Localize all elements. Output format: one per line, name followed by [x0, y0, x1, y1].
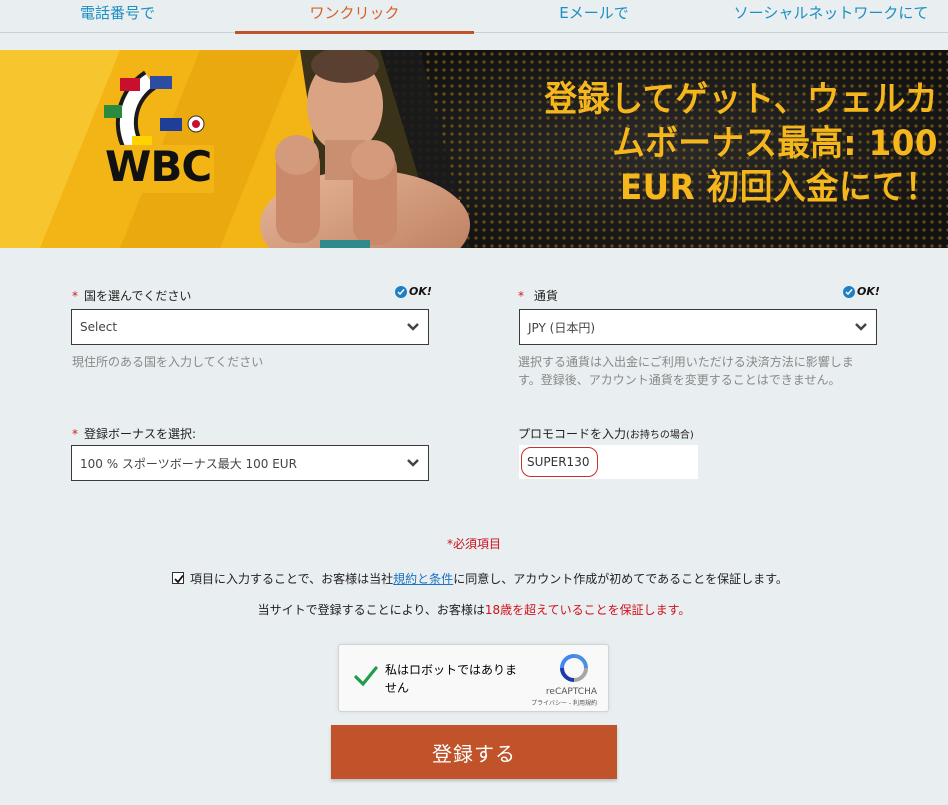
age-text-before: 当サイトで登録することにより、お客様は [257, 603, 485, 617]
terms-link[interactable]: 規約と条件 [393, 570, 453, 587]
tab-phone[interactable]: 電話番号で [0, 0, 235, 33]
currency-ok-indicator: OK! [843, 285, 880, 298]
currency-hint: 選択する通貨は入出金にご利用いただける決済方法に影響しま す。登録後、アカウント… [518, 355, 854, 387]
country-hint: 現住所のある国を入力してください [72, 355, 264, 369]
chevron-down-icon [855, 323, 867, 331]
country-ok-indicator: OK! [395, 285, 432, 298]
wbc-logo-text: WBC [105, 142, 212, 191]
country-select-value: Select [80, 320, 118, 334]
country-select[interactable]: Select [71, 309, 429, 345]
bonus-select[interactable]: 100 % スポーツボーナス最大 100 EUR [71, 445, 429, 481]
recaptcha-brand: reCAPTCHA [545, 687, 597, 697]
country-label: * 国を選んでください [72, 287, 191, 304]
registration-tabs: 電話番号で ワンクリック Eメールで ソーシャルネットワークにて [0, 0, 948, 34]
terms-text-after: に同意し、アカウント作成が初めてであることを保証します。 [453, 571, 788, 586]
check-circle-icon [395, 285, 407, 298]
required-marker: * [72, 427, 78, 441]
chevron-down-icon [407, 459, 419, 467]
terms-row: 項目に入力することで、お客様は当社 規約と条件 に同意し、アカウント作成が初めてであ… [172, 570, 788, 586]
recaptcha-links[interactable]: プライバシー - 利用規約 [531, 698, 597, 707]
country-label-text: 国を選んでください [84, 289, 192, 303]
currency-label: * 通貨 [518, 287, 558, 304]
required-marker: * [72, 289, 78, 303]
chevron-down-icon [407, 323, 419, 331]
terms-text-before: 項目に入力することで、お客様は当社 [190, 571, 394, 586]
promo-banner: WBC 登録してゲット、ウェルカムボーナス最高: 100 EUR 初回入金にて！ [0, 50, 948, 248]
recaptcha-label: 私はロボットではありません [385, 663, 518, 695]
currency-select[interactable]: JPY (日本円) [519, 309, 877, 345]
age-confirmation: 当サイトで登録することにより、お客様は18歳を超えていることを保証します。 [0, 601, 948, 618]
bonus-select-value: 100 % スポーツボーナス最大 100 EUR [80, 456, 297, 471]
tab-email[interactable]: Eメールで [474, 0, 714, 33]
register-button[interactable]: 登録する [331, 725, 617, 779]
banner-headline: 登録してゲット、ウェルカムボーナス最高: 100 EUR 初回入金にて！ [544, 80, 938, 208]
promo-code-input[interactable] [521, 447, 598, 477]
checkmark-icon [174, 574, 184, 584]
required-fields-note: *必須項目 [446, 537, 501, 551]
check-circle-icon [843, 285, 855, 298]
promo-label-note: (お持ちの場合) [626, 430, 694, 441]
required-marker: * [518, 289, 524, 303]
tab-one-click[interactable]: ワンクリック [235, 0, 474, 34]
bonus-label-text: 登録ボーナスを選択: [84, 427, 197, 441]
recaptcha-widget: 私はロボットではありません reCAPTCHA プライバシー - 利用規約 [338, 644, 609, 712]
currency-label-text: 通貨 [533, 289, 558, 303]
terms-checkbox[interactable] [172, 572, 184, 584]
recaptcha-logo-icon [560, 654, 588, 682]
recaptcha-checkmark-icon[interactable] [353, 663, 379, 689]
promo-label: プロモコードを入力(お持ちの場合) [518, 425, 694, 442]
bonus-label: * 登録ボーナスを選択: [72, 425, 196, 442]
currency-select-value: JPY (日本円) [528, 320, 596, 335]
age-text-highlight: 18歳を超えていることを保証します。 [484, 603, 691, 617]
promo-label-text: プロモコードを入力 [518, 427, 627, 441]
tab-social-network[interactable]: ソーシャルネットワークにて [714, 0, 948, 33]
ok-text: OK! [409, 285, 432, 298]
ok-text: OK! [857, 285, 880, 298]
